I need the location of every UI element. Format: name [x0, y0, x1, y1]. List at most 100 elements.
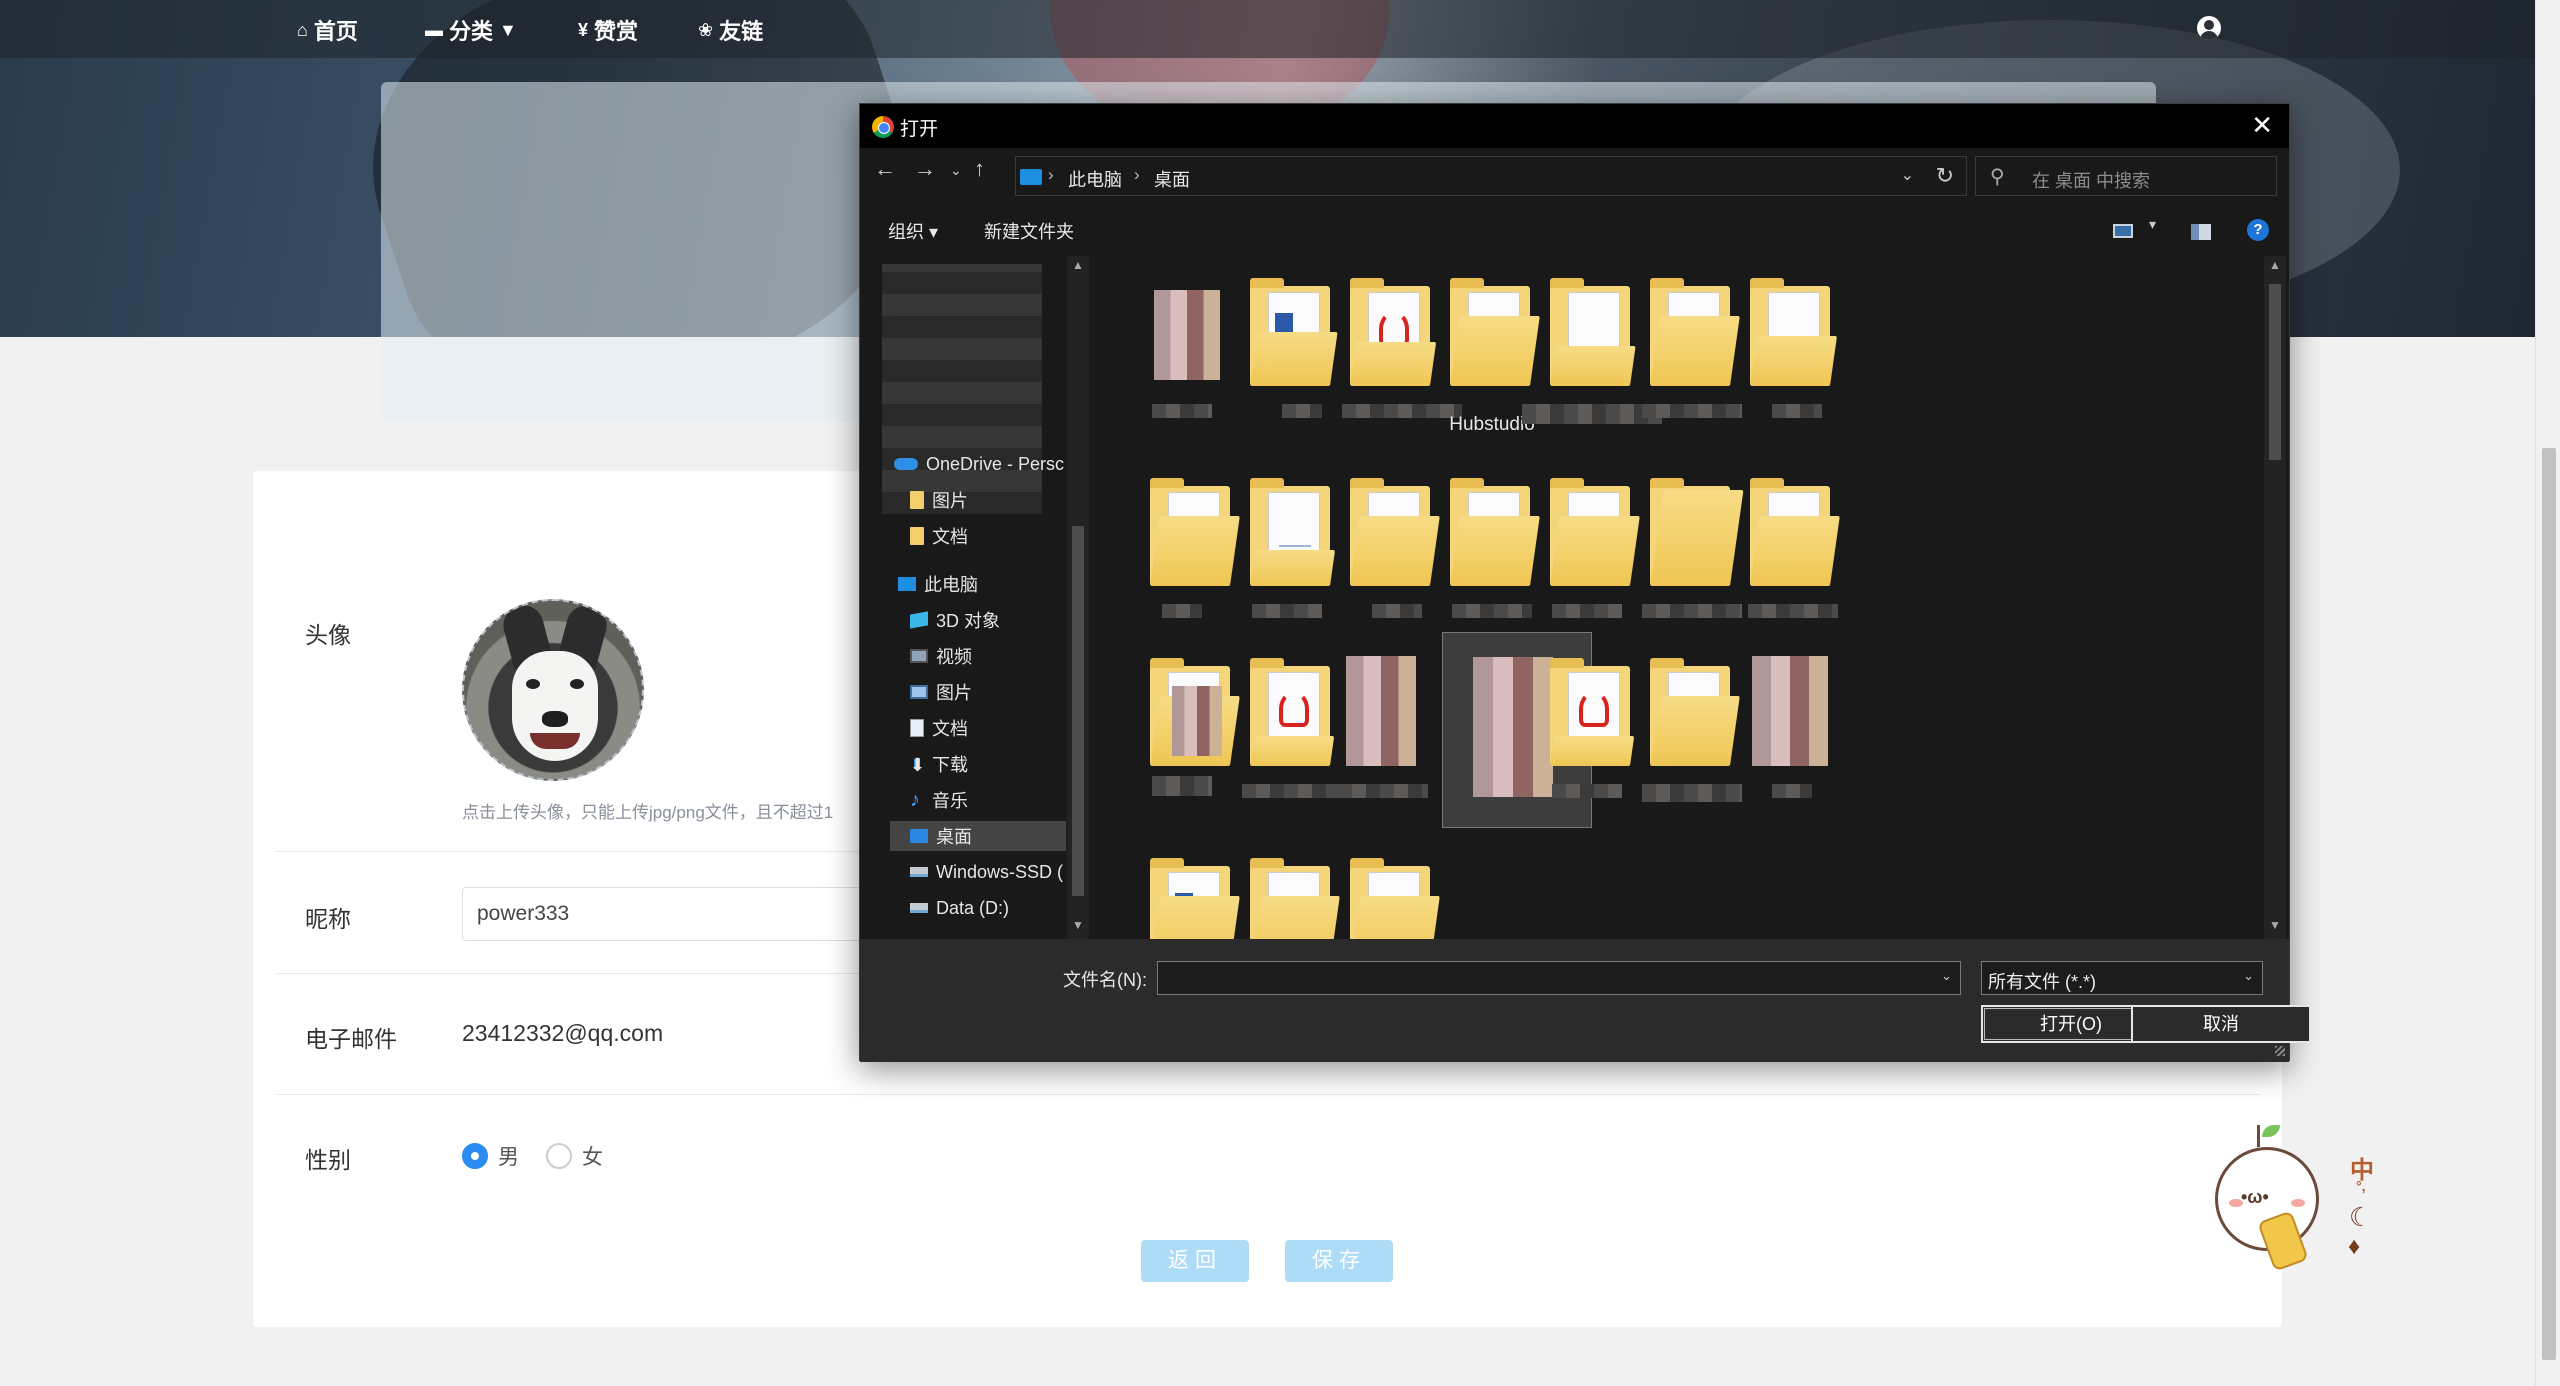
- folder-hubstudio[interactable]: Hubstudio: [1442, 276, 1542, 435]
- radio-dot: [462, 1143, 488, 1169]
- back-arrow-icon[interactable]: ←: [874, 156, 896, 182]
- folder-item[interactable]: [1742, 276, 1842, 418]
- nav-music[interactable]: ♪ 音乐: [910, 785, 968, 815]
- page-scrollbar[interactable]: [2535, 0, 2560, 1386]
- folder-item[interactable]: [1342, 856, 1442, 939]
- divider: [276, 1094, 2260, 1095]
- folder-item[interactable]: [1142, 856, 1242, 939]
- help-icon[interactable]: ?: [2247, 219, 2269, 241]
- preview-pane-icon[interactable]: [2191, 224, 2211, 240]
- nav-onedrive-documents[interactable]: 文档: [910, 521, 968, 551]
- recent-locations-icon[interactable]: ⌄: [950, 162, 962, 179]
- email-value: 23412332@qq.com: [462, 1020, 664, 1046]
- close-icon[interactable]: ✕: [2251, 110, 2273, 141]
- folder-icon: [1450, 478, 1540, 586]
- save-button[interactable]: 保存: [1285, 1240, 1393, 1282]
- nav-data-drive[interactable]: Data (D:): [910, 893, 1009, 923]
- breadcrumb-this-pc[interactable]: 此电脑: [1068, 166, 1122, 192]
- nav-onedrive[interactable]: OneDrive - Persc: [894, 449, 1064, 479]
- drive-icon: [910, 903, 928, 913]
- file-item[interactable]: [1338, 656, 1442, 798]
- search-box[interactable]: ⚲ 在 桌面 中搜索: [1975, 156, 2277, 196]
- address-bar[interactable]: › 此电脑 › 桌面 ⌄ ↻: [1015, 156, 1967, 196]
- nav-links[interactable]: ❀ 友链: [698, 14, 763, 46]
- breadcrumb-desktop[interactable]: 桌面: [1154, 166, 1190, 192]
- scroll-down-icon[interactable]: ▼: [1072, 918, 1084, 932]
- folder-item[interactable]: [1542, 656, 1642, 798]
- filetype-select[interactable]: 所有文件 (*.*) ⌄: [1981, 961, 2263, 995]
- file-grid-scrollbar[interactable]: ▲ ▼: [2264, 256, 2286, 939]
- forward-arrow-icon[interactable]: →: [914, 156, 936, 182]
- nav-desktop[interactable]: 桌面: [890, 821, 1066, 851]
- punctuation-icon[interactable]: °,: [2356, 1178, 2366, 1194]
- folder-item[interactable]: [1142, 476, 1242, 618]
- folder-icon: [1750, 278, 1838, 386]
- scroll-up-icon[interactable]: ▲: [1072, 258, 1084, 272]
- folder-icon: [1150, 858, 1240, 939]
- folder-item[interactable]: [1542, 476, 1642, 618]
- top-navbar: ⌂ 首页 ▬ 分类 ▼ ¥ 赞赏 ❀ 友链: [0, 0, 2535, 58]
- new-folder-button[interactable]: 新建文件夹: [984, 218, 1074, 244]
- nav-reward[interactable]: ¥ 赞赏: [578, 14, 638, 46]
- user-icon[interactable]: [2197, 16, 2221, 40]
- scrollbar-thumb[interactable]: [2542, 448, 2556, 1360]
- chevron-down-icon[interactable]: ⌄: [1901, 165, 1914, 185]
- folder-icon: [1550, 478, 1640, 586]
- gender-male-radio[interactable]: 男: [462, 1141, 519, 1171]
- file-item[interactable]: [1142, 276, 1242, 418]
- mascot-widget[interactable]: •ω•: [2213, 1125, 2325, 1273]
- back-button[interactable]: 返回: [1141, 1240, 1249, 1282]
- view-mode-icon[interactable]: [2113, 224, 2133, 238]
- chevron-down-icon[interactable]: ⌄: [1941, 968, 1952, 984]
- nav-windows-ssd[interactable]: Windows-SSD (: [910, 857, 1063, 887]
- nav-downloads[interactable]: ⬇ 下载: [910, 749, 968, 779]
- folder-item[interactable]: [1242, 276, 1342, 418]
- scrollbar-thumb[interactable]: [1072, 526, 1084, 896]
- folder-item[interactable]: [1142, 656, 1242, 796]
- chevron-right-icon: ›: [1048, 165, 1054, 184]
- music-icon: ♪: [910, 788, 920, 811]
- folder-item[interactable]: [1242, 476, 1342, 618]
- scroll-down-icon[interactable]: ▼: [2269, 918, 2281, 932]
- document-icon: [910, 719, 924, 737]
- nav-videos[interactable]: 视频: [910, 641, 972, 671]
- folder-item[interactable]: [1642, 656, 1742, 802]
- folder-item[interactable]: [1742, 476, 1842, 618]
- nav-documents[interactable]: 文档: [910, 713, 968, 743]
- filename-label: 文件名(N):: [1063, 970, 1147, 990]
- folder-item[interactable]: [1642, 276, 1742, 418]
- folder-icon: [910, 527, 924, 545]
- nav-category[interactable]: ▬ 分类 ▼: [425, 14, 517, 46]
- folder-item[interactable]: [1522, 276, 1662, 424]
- scrollbar-thumb[interactable]: [2269, 284, 2281, 460]
- nav-onedrive-pictures[interactable]: 图片: [910, 485, 968, 515]
- file-item[interactable]: [1742, 656, 1842, 798]
- nav-this-pc[interactable]: 此电脑: [898, 569, 978, 599]
- folder-item[interactable]: [1242, 856, 1342, 939]
- nav-pane-scrollbar[interactable]: ▲ ▼: [1067, 256, 1089, 939]
- folder-item[interactable]: [1242, 656, 1352, 798]
- nav-pictures[interactable]: 图片: [910, 677, 972, 707]
- folder-item[interactable]: [1442, 476, 1542, 618]
- cancel-button[interactable]: 取消: [2131, 1005, 2311, 1043]
- organize-menu[interactable]: 组织 ▾: [888, 218, 938, 244]
- radio-dot: [546, 1143, 572, 1169]
- gender-female-radio[interactable]: 女: [546, 1141, 603, 1171]
- up-arrow-icon[interactable]: ↑: [974, 156, 985, 182]
- filename-input[interactable]: [1157, 961, 1961, 995]
- folder-item[interactable]: [1642, 476, 1744, 618]
- avatar[interactable]: [462, 599, 644, 781]
- folder-icon: [1650, 278, 1740, 386]
- resize-grip-icon[interactable]: [2275, 1046, 2285, 1056]
- nickname-label: 昵称: [305, 906, 351, 932]
- folder-item[interactable]: [1342, 276, 1462, 418]
- search-placeholder: 在 桌面 中搜索: [2032, 171, 2151, 191]
- refresh-icon[interactable]: ↻: [1936, 163, 1954, 189]
- chevron-down-icon[interactable]: ▾: [2149, 216, 2156, 233]
- folder-item[interactable]: [1342, 476, 1442, 618]
- scroll-up-icon[interactable]: ▲: [2269, 258, 2281, 272]
- nav-3d-objects[interactable]: 3D 对象: [910, 605, 1000, 635]
- nav-home[interactable]: ⌂ 首页: [297, 14, 358, 46]
- skin-icon[interactable]: ♦: [2348, 1233, 2360, 1261]
- moon-icon[interactable]: ☾: [2349, 1202, 2372, 1233]
